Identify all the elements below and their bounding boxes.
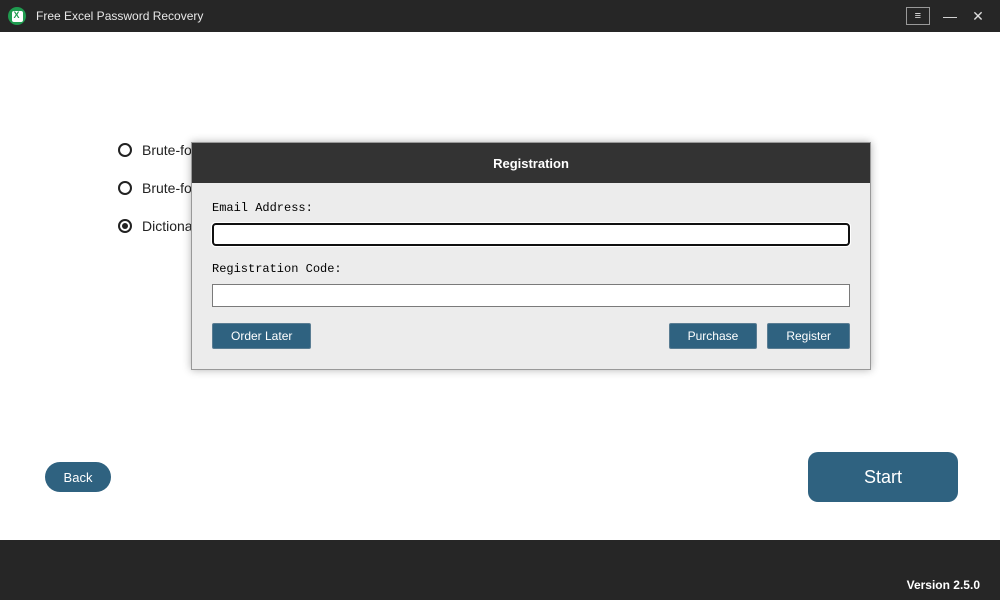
dialog-title: Registration: [192, 143, 870, 183]
version-label: Version 2.5.0: [907, 578, 980, 592]
radio-label: Brute-fo: [142, 142, 192, 158]
radio-dictionary[interactable]: Dictiona: [118, 218, 193, 234]
menu-icon[interactable]: ≡: [906, 7, 930, 25]
radio-label: Dictiona: [142, 218, 193, 234]
attack-type-radios: Brute-fo Brute-fo Dictiona: [118, 142, 193, 256]
registration-code-field[interactable]: [212, 284, 850, 307]
radio-label: Brute-fo: [142, 180, 192, 196]
radio-icon: [118, 219, 132, 233]
register-button[interactable]: Register: [767, 323, 850, 349]
app-icon: [8, 7, 26, 25]
back-button[interactable]: Back: [45, 462, 111, 492]
email-label: Email Address:: [212, 201, 850, 215]
order-later-button[interactable]: Order Later: [212, 323, 311, 349]
main-content: Brute-fo Brute-fo Dictiona Back Start Re…: [0, 32, 1000, 540]
radio-brute-force-2[interactable]: Brute-fo: [118, 180, 193, 196]
registration-code-label: Registration Code:: [212, 262, 850, 276]
app-title: Free Excel Password Recovery: [36, 9, 203, 23]
title-bar: Free Excel Password Recovery ≡ — ✕: [0, 0, 1000, 32]
minimize-button[interactable]: —: [936, 4, 964, 28]
close-button[interactable]: ✕: [964, 4, 992, 28]
email-field[interactable]: [212, 223, 850, 246]
purchase-button[interactable]: Purchase: [669, 323, 758, 349]
radio-icon: [118, 181, 132, 195]
radio-brute-force-1[interactable]: Brute-fo: [118, 142, 193, 158]
start-button[interactable]: Start: [808, 452, 958, 502]
registration-dialog: Registration Email Address: Registration…: [191, 142, 871, 370]
footer-bar: Version 2.5.0: [0, 540, 1000, 600]
radio-icon: [118, 143, 132, 157]
